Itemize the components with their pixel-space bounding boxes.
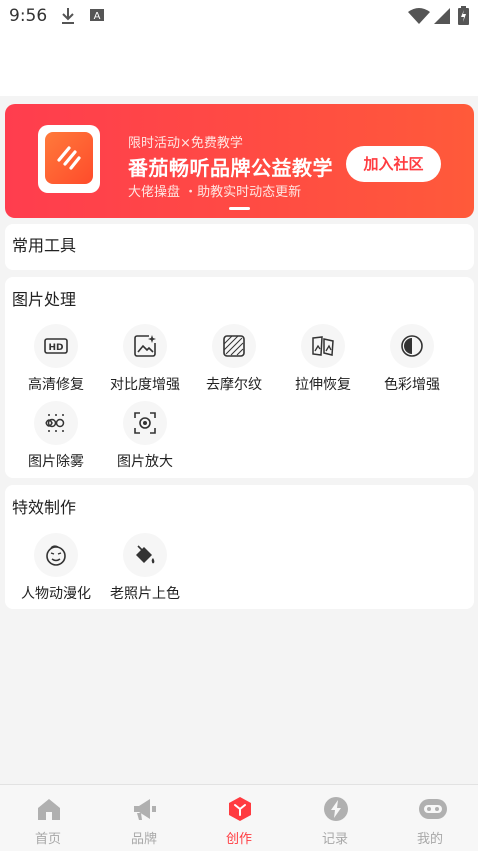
tool-colorize-old-photo[interactable]: 老照片上色	[99, 533, 189, 603]
banner-description: 大佬操盘 ・助教实时动态更新	[128, 185, 302, 200]
tool-label: 人物动漫化	[21, 586, 91, 602]
fanqie-logo-icon	[38, 125, 100, 193]
tool-demoire[interactable]: 去摩尔纹	[188, 324, 278, 394]
defog-icon	[45, 414, 65, 432]
battery-charging-icon	[458, 6, 469, 25]
tool-label: 图片放大	[117, 454, 173, 470]
tool-hd-restore[interactable]: HD 高清修复	[10, 324, 100, 394]
tool-label: 拉伸恢复	[295, 377, 351, 393]
image-processing-title: 图片处理	[12, 290, 77, 309]
nav-label: 首页	[34, 832, 61, 847]
tool-color-enhance[interactable]: 色彩增强	[366, 324, 456, 394]
tool-upscale[interactable]: 图片放大	[99, 401, 189, 471]
status-bar: 9:56 A	[0, 0, 478, 34]
tool-stretch-restore[interactable]: 拉伸恢复	[277, 324, 367, 394]
nav-item-brand[interactable]: 品牌	[96, 785, 192, 851]
banner-subtitle: 限时活动×免费教学	[128, 136, 243, 151]
banner-title: 番茄畅听品牌公益教学	[128, 156, 333, 180]
scan-zoom-icon	[134, 412, 156, 434]
nav-label: 品牌	[130, 832, 157, 847]
svg-text:HD: HD	[48, 343, 63, 353]
moire-icon	[223, 335, 245, 357]
banner-page-indicator	[229, 207, 250, 210]
stretch-image-icon	[312, 336, 334, 356]
nav-item-create[interactable]: 创作	[191, 785, 287, 851]
contrast-half-circle-icon	[401, 335, 423, 357]
tool-label: 对比度增强	[110, 377, 180, 393]
bottom-nav: 首页 品牌 创作 记录 我的	[0, 784, 478, 851]
home-icon	[38, 799, 60, 820]
nav-item-mine[interactable]: 我的	[382, 785, 478, 851]
tool-label: 高清修复	[28, 377, 84, 393]
image-sparkle-icon	[134, 335, 156, 357]
common-tools-card: 常用工具	[5, 224, 474, 270]
lightning-icon	[324, 797, 348, 821]
svg-text:A: A	[94, 11, 101, 22]
tool-contrast-enhance[interactable]: 对比度增强	[99, 324, 189, 394]
tool-label: 去摩尔纹	[206, 377, 262, 393]
common-tools-title: 常用工具	[12, 236, 77, 255]
robot-face-icon	[419, 799, 447, 819]
nav-label: 记录	[321, 832, 348, 847]
image-processing-card: 图片处理 HD 高清修复 对比度增强 去摩尔纹 拉伸恢复 色彩增强 图片除雾 图…	[5, 277, 474, 478]
font-a-icon: A	[90, 9, 104, 22]
nav-label: 创作	[225, 832, 252, 847]
create-cube-icon	[229, 797, 251, 821]
app-header	[0, 34, 478, 96]
download-icon	[62, 8, 74, 24]
effects-card: 特效制作 人物动漫化 老照片上色	[5, 485, 474, 609]
tool-label: 色彩增强	[384, 377, 440, 393]
signal-icon	[434, 8, 450, 24]
megaphone-icon	[134, 799, 156, 820]
tool-cartoonize[interactable]: 人物动漫化	[10, 533, 100, 603]
tool-label: 老照片上色	[110, 586, 180, 602]
nav-item-home[interactable]: 首页	[0, 785, 96, 851]
hd-icon: HD	[44, 338, 68, 354]
cartoon-face-icon	[46, 545, 66, 566]
nav-label: 我的	[416, 832, 443, 847]
status-time: 9:56	[9, 6, 48, 26]
wifi-icon	[408, 8, 430, 24]
promo-banner[interactable]: 限时活动×免费教学 番茄畅听品牌公益教学 大佬操盘 ・助教实时动态更新 加入社区	[5, 104, 474, 218]
tool-defog[interactable]: 图片除雾	[10, 401, 100, 471]
nav-item-records[interactable]: 记录	[287, 785, 383, 851]
effects-title: 特效制作	[12, 498, 77, 517]
join-community-button[interactable]: 加入社区	[346, 146, 441, 182]
paint-bucket-icon	[136, 545, 155, 564]
tool-label: 图片除雾	[28, 454, 84, 470]
